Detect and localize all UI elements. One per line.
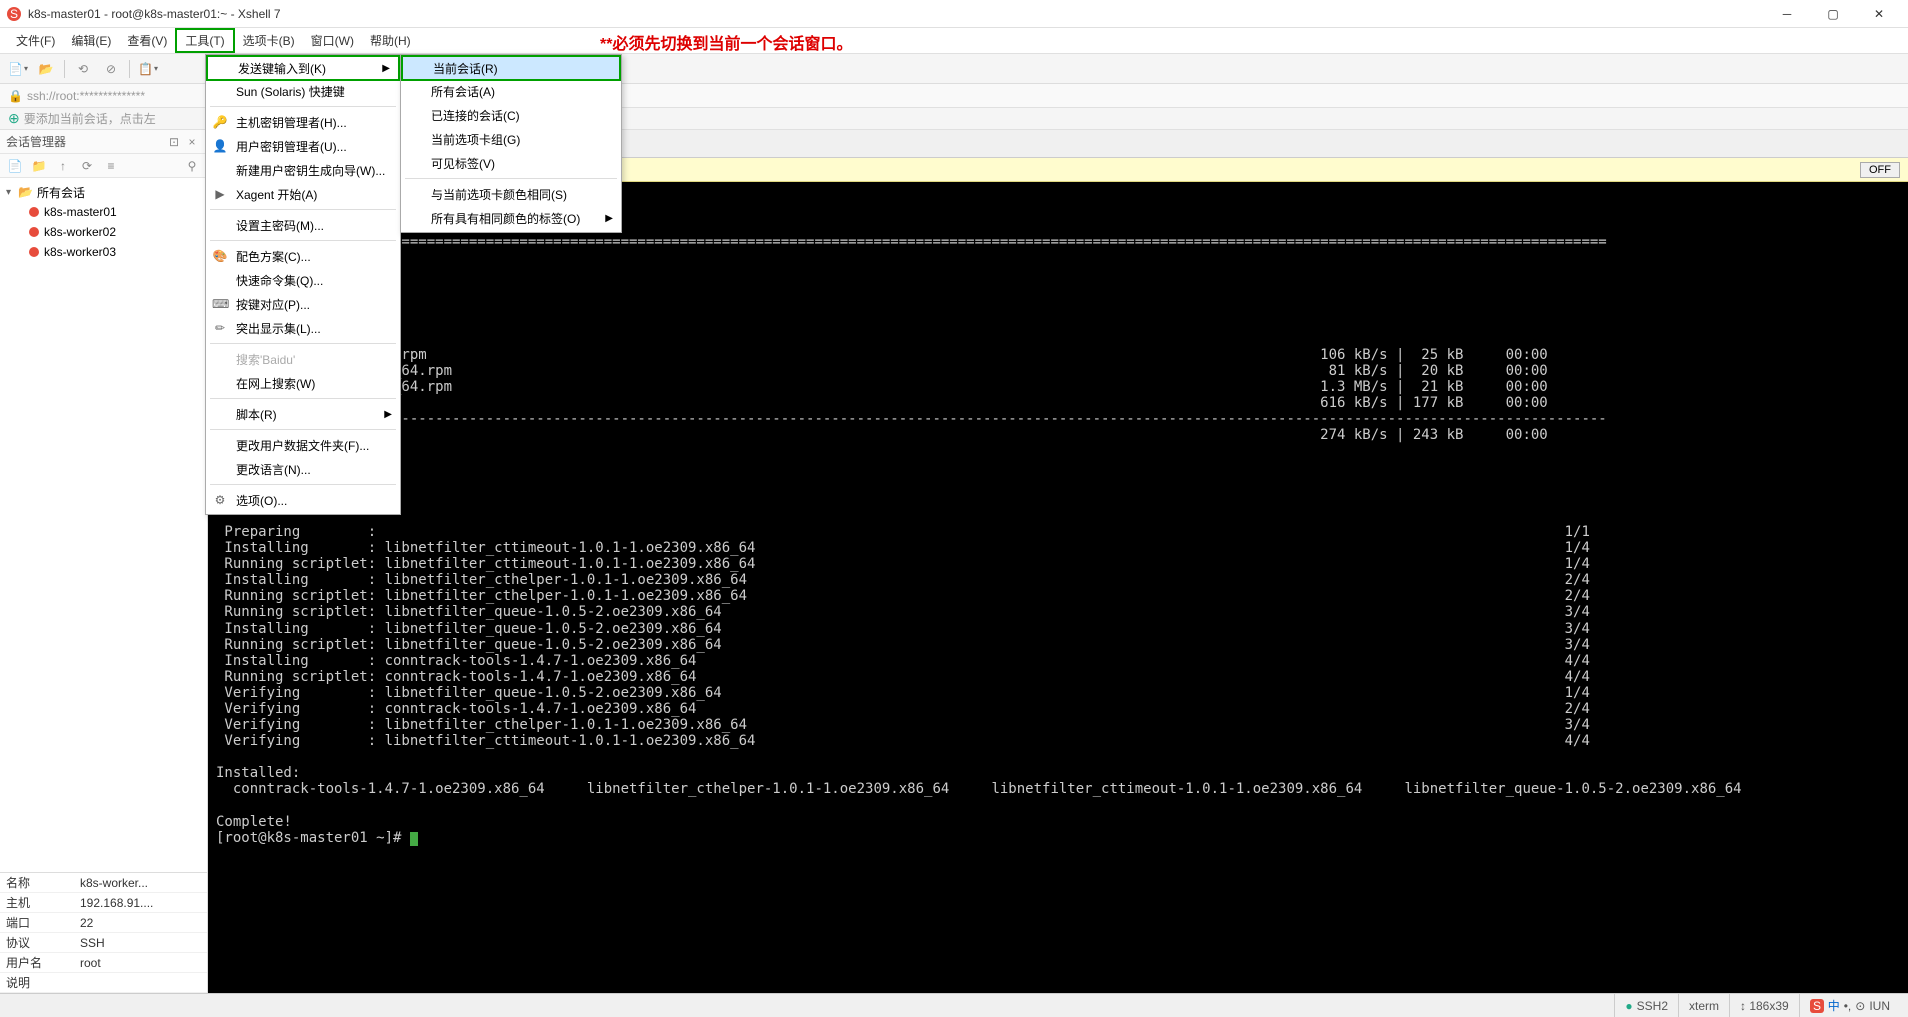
folder-icon[interactable]: 📁 — [30, 157, 48, 175]
menu-item[interactable]: 更改用户数据文件夹(F)... — [206, 433, 400, 457]
plus-icon: ⊕ — [8, 110, 20, 127]
filter-icon[interactable]: ⚲ — [183, 157, 201, 175]
menu-工具T[interactable]: 工具(T) — [175, 28, 234, 53]
menu-编辑E[interactable]: 编辑(E) — [63, 28, 119, 53]
hint-text: 要添加当前会话，点击左 — [24, 110, 156, 127]
svg-text:S: S — [1813, 999, 1821, 1013]
menu-帮助H[interactable]: 帮助(H) — [362, 28, 419, 53]
menu-item[interactable]: 可见标签(V) — [401, 151, 621, 175]
reconnect-button[interactable]: ⟲ — [71, 57, 95, 81]
menu-item[interactable]: 🔑主机密钥管理者(H)... — [206, 110, 400, 134]
menu-item[interactable]: 在网上搜索(W) — [206, 371, 400, 395]
menu-item[interactable]: 新建用户密钥生成向导(W)... — [206, 158, 400, 182]
menu-选项卡B[interactable]: 选项卡(B) — [235, 28, 303, 53]
panel-title: 会话管理器 — [6, 133, 66, 150]
minimize-button[interactable]: ─ — [1764, 0, 1810, 28]
prop-用户名: 用户名root — [0, 953, 207, 973]
menu-item[interactable]: 快速命令集(Q)... — [206, 268, 400, 292]
svg-text:S: S — [10, 7, 18, 21]
open-button[interactable]: 📂 — [34, 57, 58, 81]
off-button[interactable]: OFF — [1860, 162, 1900, 178]
prop-主机: 主机192.168.91.... — [0, 893, 207, 913]
maximize-button[interactable]: ▢ — [1810, 0, 1856, 28]
menu-item[interactable]: ⌨按键对应(P)... — [206, 292, 400, 316]
menu-item[interactable]: ✏突出显示集(L)... — [206, 316, 400, 340]
menu-查看V[interactable]: 查看(V) — [119, 28, 175, 53]
menu-item[interactable]: 发送键输入到(K)▶ — [206, 55, 400, 81]
title-bar: S k8s-master01 - root@k8s-master01:~ - X… — [0, 0, 1908, 28]
tree-root[interactable]: ▾📂所有会话 — [0, 182, 207, 202]
menu-item[interactable]: 更改语言(N)... — [206, 457, 400, 481]
menu-item: 搜索'Baidu' — [206, 347, 400, 371]
refresh-icon[interactable]: ⟳ — [78, 157, 96, 175]
session-tree: ▾📂所有会话k8s-master01k8s-worker02k8s-worker… — [0, 178, 207, 872]
menu-item[interactable]: 当前会话(R) — [401, 55, 621, 81]
menu-bar: 文件(F)编辑(E)查看(V)工具(T)选项卡(B)窗口(W)帮助(H) — [0, 28, 1908, 54]
properties-panel: 名称k8s-worker...主机192.168.91....端口22协议SSH… — [0, 872, 207, 993]
new-icon[interactable]: 📄 — [6, 157, 24, 175]
prop-端口: 端口22 — [0, 913, 207, 933]
disconnect-button[interactable]: ⊘ — [99, 57, 123, 81]
status-size: ↕ 186x39 — [1729, 994, 1799, 1017]
panel-close-icon[interactable]: × — [183, 133, 201, 151]
status-ssh: ●SSH2 — [1614, 994, 1678, 1017]
menu-item[interactable]: 已连接的会话(C) — [401, 103, 621, 127]
properties-button[interactable]: 📋▾ — [136, 57, 160, 81]
address-text: ssh://root:************** — [27, 89, 145, 103]
prop-协议: 协议SSH — [0, 933, 207, 953]
tree-node-k8s-master01[interactable]: k8s-master01 — [0, 202, 207, 222]
annotation-text: **必须先切换到当前一个会话窗口。 — [600, 30, 852, 54]
app-icon: S — [6, 6, 22, 22]
terminal[interactable]: ========================================… — [208, 182, 1908, 993]
prop-说明: 说明 — [0, 973, 207, 993]
panel-header: 会话管理器 ⊡ × — [0, 130, 207, 154]
session-sidebar: 会话管理器 ⊡ × 📄 📁 ↑ ⟳ ≡ ⚲ ▾📂所有会话k8s-master01… — [0, 130, 208, 993]
window-title: k8s-master01 - root@k8s-master01:~ - Xsh… — [28, 7, 1764, 21]
menu-item[interactable]: 设置主密码(M)... — [206, 213, 400, 237]
menu-item[interactable]: 👤用户密钥管理者(U)... — [206, 134, 400, 158]
tools-dropdown: 发送键输入到(K)▶Sun (Solaris) 快捷键 🔑主机密钥管理者(H)..… — [205, 54, 401, 515]
tree-node-k8s-worker03[interactable]: k8s-worker03 — [0, 242, 207, 262]
up-icon[interactable]: ↑ — [54, 157, 72, 175]
status-indicators: S 中 •, ⊙ IUN — [1799, 994, 1900, 1017]
menu-item[interactable]: ▶Xagent 开始(A) — [206, 182, 400, 206]
content-area: + OFF ==================================… — [208, 130, 1908, 993]
menu-item[interactable]: 当前选项卡组(G) — [401, 127, 621, 151]
menu-文件F[interactable]: 文件(F) — [8, 28, 63, 53]
list-icon[interactable]: ≡ — [102, 157, 120, 175]
menu-item[interactable]: 所有会话(A) — [401, 79, 621, 103]
status-bar: ●SSH2 xterm ↕ 186x39 S 中 •, ⊙ IUN — [0, 993, 1908, 1017]
prop-名称: 名称k8s-worker... — [0, 873, 207, 893]
lock-icon: 🔒 — [8, 89, 23, 103]
menu-item[interactable]: 与当前选项卡颜色相同(S) — [401, 182, 621, 206]
menu-item[interactable]: Sun (Solaris) 快捷键 — [206, 79, 400, 103]
menu-item[interactable]: ⚙选项(O)... — [206, 488, 400, 512]
panel-pin-icon[interactable]: ⊡ — [165, 133, 183, 151]
s-logo-icon: S — [1810, 999, 1824, 1013]
tree-node-k8s-worker02[interactable]: k8s-worker02 — [0, 222, 207, 242]
close-button[interactable]: ✕ — [1856, 0, 1902, 28]
new-session-button[interactable]: 📄▾ — [6, 57, 30, 81]
menu-item[interactable]: 🎨配色方案(C)... — [206, 244, 400, 268]
send-key-submenu: 当前会话(R)所有会话(A)已连接的会话(C)当前选项卡组(G)可见标签(V) 与… — [400, 54, 622, 233]
menu-item[interactable]: 脚本(R)▶ — [206, 402, 400, 426]
status-term: xterm — [1678, 994, 1729, 1017]
menu-窗口W[interactable]: 窗口(W) — [303, 28, 362, 53]
menu-item[interactable]: 所有具有相同颜色的标签(O)▶ — [401, 206, 621, 230]
panel-toolbar: 📄 📁 ↑ ⟳ ≡ ⚲ — [0, 154, 207, 178]
